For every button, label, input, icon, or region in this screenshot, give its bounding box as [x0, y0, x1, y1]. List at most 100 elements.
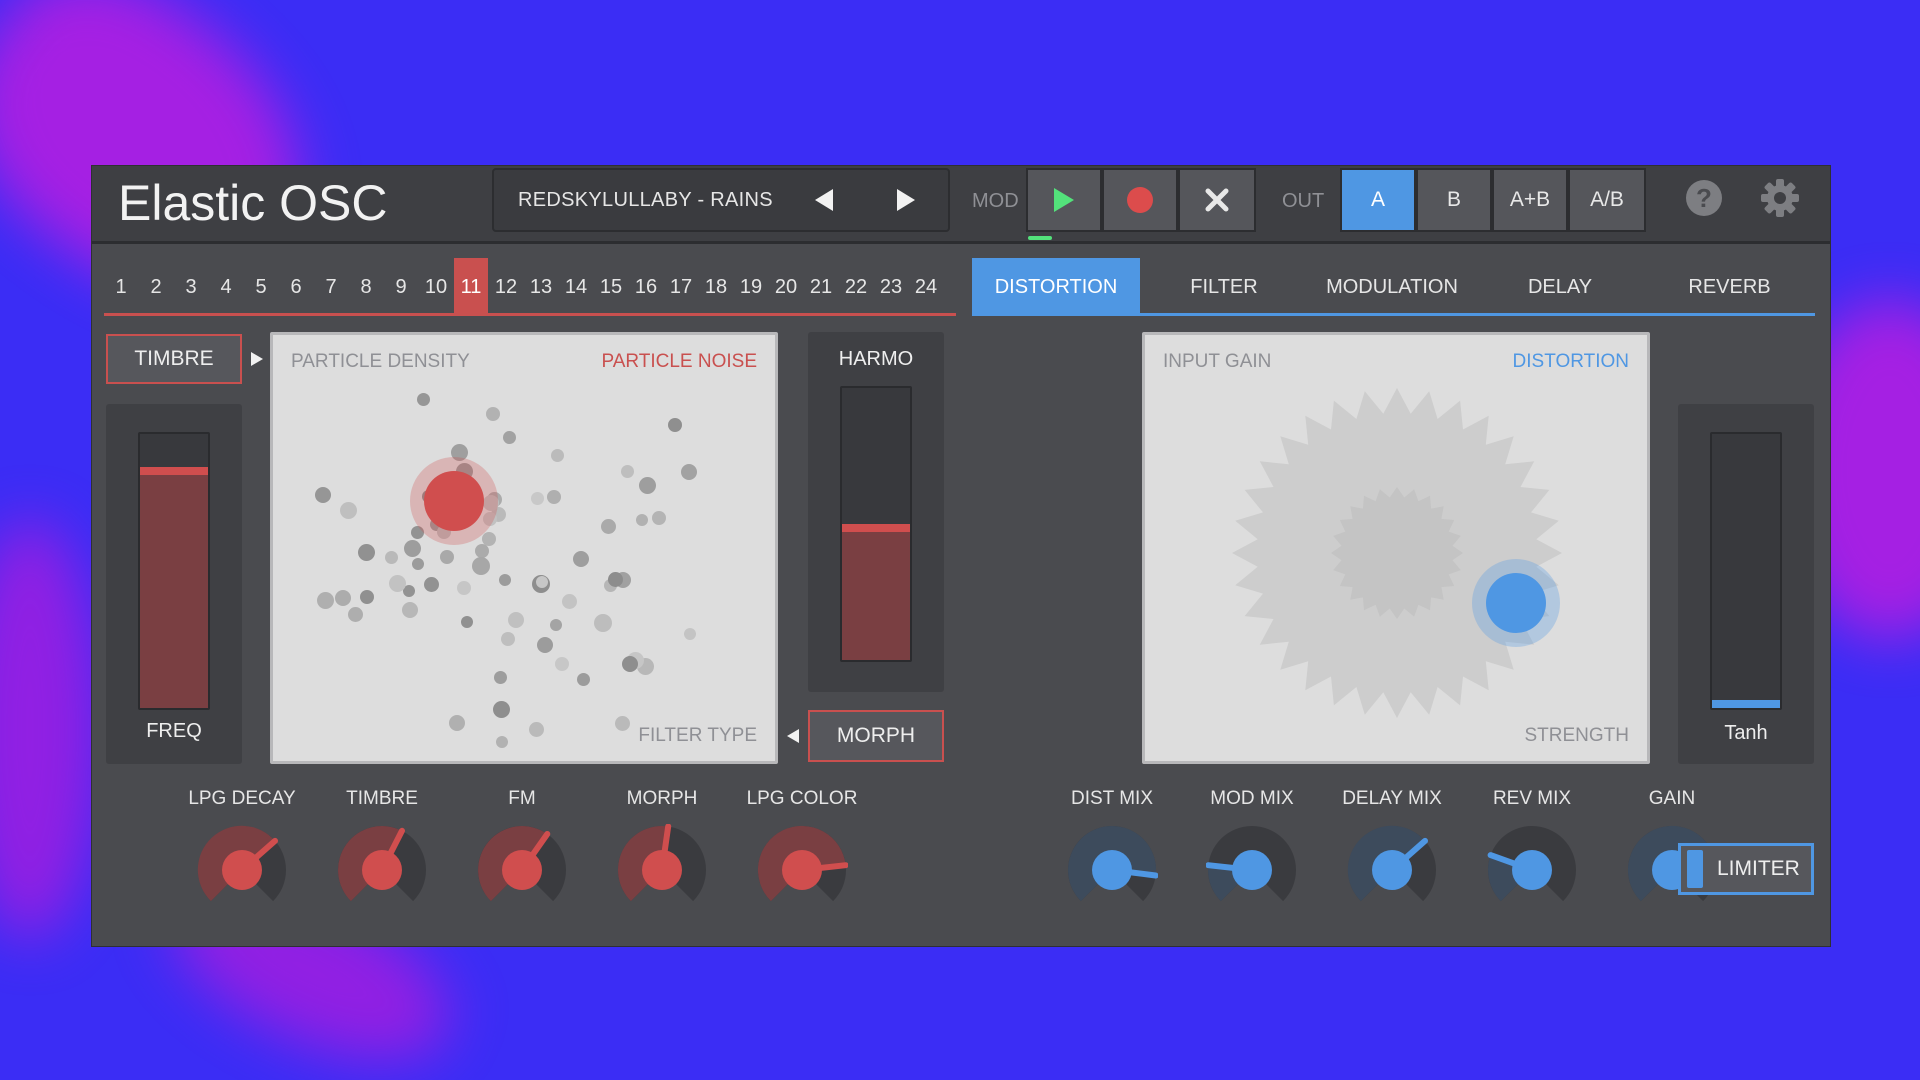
out-a-plus-b-button[interactable]: A+B — [1492, 168, 1568, 232]
knob-label-morph: MORPH — [626, 788, 698, 809]
step-19[interactable]: 19 — [734, 258, 768, 313]
close-icon — [1205, 188, 1229, 212]
particle-dot — [680, 463, 697, 480]
mod-mix-knob[interactable] — [1206, 824, 1298, 916]
timbre-knob[interactable] — [336, 824, 428, 916]
freq-label: FREQ — [146, 720, 202, 742]
tab-filter[interactable]: FILTER — [1140, 258, 1308, 313]
step-12[interactable]: 12 — [489, 258, 523, 313]
mod-label: MOD — [972, 190, 1019, 212]
step-8[interactable]: 8 — [349, 258, 383, 313]
knob-center — [502, 850, 542, 890]
out-a-button[interactable]: A — [1340, 168, 1416, 232]
step-7[interactable]: 7 — [314, 258, 348, 313]
tanh-slider[interactable] — [1710, 432, 1782, 710]
mod-play-button[interactable] — [1026, 168, 1102, 232]
tab-modulation[interactable]: MODULATION — [1308, 258, 1476, 313]
dist-mix-knob[interactable] — [1066, 824, 1158, 916]
tanh-slider-panel: Tanh — [1678, 404, 1814, 764]
chevron-right-icon[interactable] — [866, 170, 946, 230]
tab-reverb[interactable]: REVERB — [1644, 258, 1815, 313]
knob-label-fm: FM — [508, 788, 536, 809]
chevron-left-icon[interactable] — [784, 170, 864, 230]
pad-label-distortion: DISTORTION — [1512, 351, 1629, 372]
mod-clear-button[interactable] — [1178, 168, 1256, 232]
particle-dot — [562, 593, 578, 609]
step-13[interactable]: 13 — [524, 258, 558, 313]
step-5[interactable]: 5 — [244, 258, 278, 313]
out-b-button[interactable]: B — [1416, 168, 1492, 232]
knob-center — [642, 850, 682, 890]
particle-dot — [315, 486, 332, 503]
distortion-xy-pad[interactable]: INPUT GAIN DISTORTION STRENGTH — [1142, 332, 1650, 764]
harmo-slider-handle[interactable] — [842, 524, 910, 532]
limiter-label: LIMITER — [1717, 857, 1800, 880]
particle-dot — [495, 735, 508, 748]
step-3[interactable]: 3 — [174, 258, 208, 313]
step-21[interactable]: 21 — [804, 258, 838, 313]
freq-slider-fill — [140, 467, 208, 708]
particle-dot — [622, 656, 639, 673]
pad-label-strength: STRENGTH — [1524, 725, 1630, 746]
particle-dot — [440, 549, 455, 564]
step-22[interactable]: 22 — [839, 258, 873, 313]
gear-icon[interactable] — [1760, 178, 1800, 218]
tab-distortion[interactable]: DISTORTION — [972, 258, 1140, 313]
tanh-label: Tanh — [1724, 722, 1768, 744]
particle-dot — [482, 531, 497, 546]
step-17[interactable]: 17 — [664, 258, 698, 313]
step-10[interactable]: 10 — [419, 258, 453, 313]
tab-delay[interactable]: DELAY — [1476, 258, 1644, 313]
step-20[interactable]: 20 — [769, 258, 803, 313]
particle-dot — [668, 418, 683, 433]
step-15[interactable]: 15 — [594, 258, 628, 313]
particle-dot — [636, 514, 649, 527]
step-2[interactable]: 2 — [139, 258, 173, 313]
harmo-slider[interactable] — [840, 386, 912, 662]
step-23[interactable]: 23 — [874, 258, 908, 313]
step-9[interactable]: 9 — [384, 258, 418, 313]
particle-xy-pad[interactable]: PARTICLE DENSITY PARTICLE NOISE FILTER T… — [270, 332, 778, 764]
arrow-left-icon — [787, 729, 799, 743]
rev-mix-knob[interactable] — [1486, 824, 1578, 916]
preset-selector[interactable]: REDSKYLULLABY - RAINS — [492, 168, 950, 232]
particle-dot — [508, 611, 525, 628]
record-icon — [1127, 187, 1153, 213]
step-14[interactable]: 14 — [559, 258, 593, 313]
particle-dot — [334, 590, 351, 607]
knob-center — [1092, 850, 1132, 890]
fm-knob[interactable] — [476, 824, 568, 916]
freq-slider-handle[interactable] — [140, 467, 208, 475]
morph-knob[interactable] — [616, 824, 708, 916]
step-24[interactable]: 24 — [909, 258, 943, 313]
step-6[interactable]: 6 — [279, 258, 313, 313]
tanh-slider-handle[interactable] — [1712, 700, 1780, 708]
knob-center — [1232, 850, 1272, 890]
timbre-button[interactable]: TIMBRE — [106, 334, 242, 384]
preset-name[interactable]: REDSKYLULLABY - RAINS — [518, 170, 780, 230]
limiter-button[interactable]: LIMITER — [1678, 843, 1814, 895]
particle-dot — [639, 476, 657, 494]
lpg-decay-knob[interactable] — [196, 824, 288, 916]
step-1[interactable]: 1 — [104, 258, 138, 313]
morph-button[interactable]: MORPH — [808, 710, 944, 762]
knob-label-lpg-decay: LPG DECAY — [188, 788, 296, 809]
step-4[interactable]: 4 — [209, 258, 243, 313]
help-icon[interactable]: ? — [1686, 180, 1722, 216]
mod-record-button[interactable] — [1102, 168, 1178, 232]
step-18[interactable]: 18 — [699, 258, 733, 313]
step-16[interactable]: 16 — [629, 258, 663, 313]
out-a-slash-b-button[interactable]: A/B — [1568, 168, 1646, 232]
knob-center — [1372, 850, 1412, 890]
knob-label-delay-mix: DELAY MIX — [1342, 788, 1442, 809]
particle-dot — [554, 656, 569, 671]
freq-slider[interactable] — [138, 432, 210, 710]
particle-dot — [652, 511, 667, 526]
lpg-color-knob[interactable] — [756, 824, 848, 916]
particle-puck[interactable] — [423, 471, 484, 532]
knob-label-lpg-color: LPG COLOR — [746, 788, 858, 809]
app-title: Elastic OSC — [118, 175, 388, 231]
step-11[interactable]: 11 — [454, 258, 488, 313]
particle-dot — [416, 393, 430, 407]
delay-mix-knob[interactable] — [1346, 824, 1438, 916]
